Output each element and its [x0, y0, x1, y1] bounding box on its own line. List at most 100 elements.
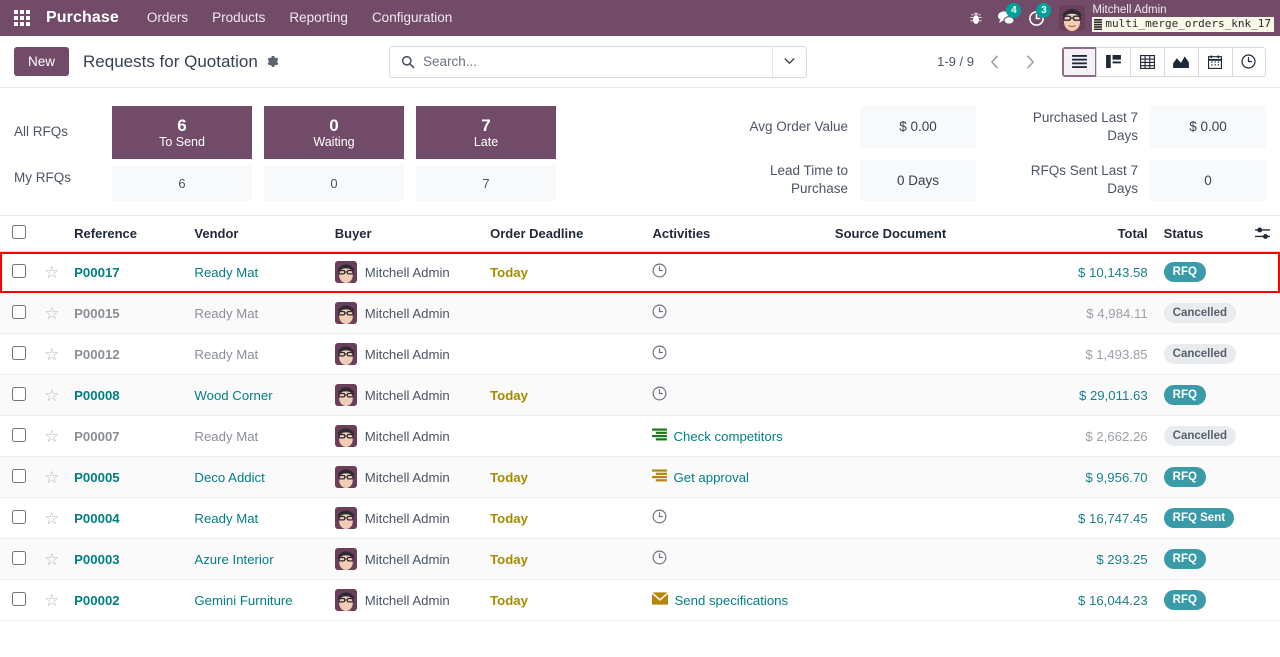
cell-order-deadline[interactable]: Today [482, 251, 645, 293]
cell-source-document[interactable] [826, 251, 1046, 293]
vendor-link[interactable]: Wood Corner [194, 388, 272, 403]
menu-products[interactable]: Products [200, 0, 277, 36]
header-buyer[interactable]: Buyer [326, 216, 483, 252]
cell-vendor[interactable]: Wood Corner [186, 374, 327, 416]
table-row[interactable]: ☆ P00008 Wood Corner Mitchell Admin Toda… [0, 374, 1280, 416]
cell-source-document[interactable] [826, 374, 1046, 416]
header-total[interactable]: Total [1045, 216, 1156, 252]
search-dropdown-toggle[interactable] [771, 46, 806, 77]
header-order-deadline[interactable]: Order Deadline [482, 216, 645, 252]
cell-source-document[interactable] [826, 456, 1046, 498]
row-checkbox[interactable] [12, 550, 26, 565]
row-favorite-cell[interactable]: ☆ [36, 538, 67, 580]
reference-link[interactable]: P00012 [74, 347, 119, 362]
cell-activities[interactable] [644, 374, 827, 416]
cell-reference[interactable]: P00003 [66, 538, 187, 580]
gear-icon[interactable] [266, 55, 279, 68]
header-column-options[interactable] [1245, 216, 1280, 252]
vendor-link[interactable]: Ready Mat [194, 347, 258, 362]
row-checkbox[interactable] [12, 304, 26, 319]
column-options-icon[interactable] [1254, 227, 1272, 240]
reference-link[interactable]: P00004 [74, 511, 119, 526]
metric-lead-time-value[interactable]: 0 Days [860, 159, 976, 201]
search-bar[interactable] [388, 45, 807, 78]
row-favorite-cell[interactable]: ☆ [36, 292, 67, 334]
cell-order-deadline[interactable] [482, 415, 645, 457]
clock-icon[interactable] [652, 386, 667, 404]
cell-activities[interactable] [644, 251, 827, 293]
header-status[interactable]: Status [1155, 216, 1246, 252]
row-checkbox[interactable] [12, 386, 26, 401]
metric-rfqs-sent-value[interactable]: 0 [1150, 159, 1266, 201]
row-favorite-cell[interactable]: ☆ [36, 456, 67, 498]
cell-buyer[interactable]: Mitchell Admin [326, 333, 483, 375]
row-favorite-cell[interactable]: ☆ [36, 497, 67, 539]
row-favorite-cell[interactable]: ☆ [36, 333, 67, 375]
search-input[interactable] [422, 46, 772, 77]
cell-order-deadline[interactable]: Today [482, 579, 645, 621]
view-kanban-button[interactable] [1095, 46, 1130, 77]
clock-icon[interactable] [652, 550, 667, 568]
cell-reference[interactable]: P00002 [66, 579, 187, 621]
cell-buyer[interactable]: Mitchell Admin [326, 292, 483, 334]
counter-late-mine[interactable]: 7 [416, 165, 556, 201]
star-icon[interactable]: ☆ [44, 510, 59, 527]
cell-order-deadline[interactable] [482, 333, 645, 375]
cell-order-deadline[interactable]: Today [482, 456, 645, 498]
header-source-document[interactable]: Source Document [826, 216, 1046, 252]
table-row[interactable]: ☆ P00007 Ready Mat Mitchell Admin Check … [0, 415, 1280, 457]
cell-source-document[interactable] [826, 497, 1046, 539]
apps-menu-toggle[interactable] [0, 0, 44, 36]
cell-vendor[interactable]: Ready Mat [186, 333, 327, 375]
cell-activities[interactable]: Get approval [644, 456, 827, 498]
bug-icon[interactable] [961, 0, 991, 36]
pager-previous-button[interactable] [980, 48, 1010, 76]
table-row[interactable]: ☆ P00003 Azure Interior Mitchell Admin T… [0, 538, 1280, 580]
star-icon[interactable]: ☆ [44, 264, 59, 281]
menu-configuration[interactable]: Configuration [360, 0, 464, 36]
vendor-link[interactable]: Deco Addict [194, 470, 264, 485]
row-checkbox[interactable] [12, 345, 26, 360]
app-brand-purchase[interactable]: Purchase [44, 9, 135, 27]
vendor-link[interactable]: Gemini Furniture [194, 593, 292, 608]
cell-activities[interactable] [644, 333, 827, 375]
star-icon[interactable]: ☆ [44, 428, 59, 445]
counter-waiting-all[interactable]: 0 Waiting [264, 106, 404, 160]
row-checkbox[interactable] [12, 427, 26, 442]
cell-vendor[interactable]: Gemini Furniture [186, 579, 327, 621]
user-menu[interactable]: Mitchell Admin multi_merge_orders_knk_17 [1051, 4, 1276, 32]
counter-to-send-mine[interactable]: 6 [112, 165, 252, 201]
vendor-link[interactable]: Ready Mat [194, 429, 258, 444]
vendor-link[interactable]: Ready Mat [194, 511, 258, 526]
cell-reference[interactable]: P00012 [66, 333, 187, 375]
row-select-cell[interactable] [0, 579, 37, 621]
cell-buyer[interactable]: Mitchell Admin [326, 456, 483, 498]
row-select-cell[interactable] [0, 456, 37, 498]
new-button[interactable]: New [14, 47, 70, 76]
view-pivot-button[interactable] [1129, 46, 1164, 77]
table-row[interactable]: ☆ P00015 Ready Mat Mitchell Admin $ 4,98… [0, 292, 1280, 334]
table-row[interactable]: ☆ P00012 Ready Mat Mitchell Admin $ 1,49… [0, 333, 1280, 375]
cell-buyer[interactable]: Mitchell Admin [326, 579, 483, 621]
counter-waiting-mine[interactable]: 0 [264, 165, 404, 201]
todo-list-icon-amber[interactable] [652, 469, 668, 485]
star-icon[interactable]: ☆ [44, 551, 59, 568]
table-row[interactable]: ☆ P00002 Gemini Furniture Mitchell Admin… [0, 579, 1280, 621]
row-checkbox[interactable] [12, 468, 26, 483]
reference-link[interactable]: P00008 [74, 388, 119, 403]
cell-reference[interactable]: P00004 [66, 497, 187, 539]
star-icon[interactable]: ☆ [44, 305, 59, 322]
cell-vendor[interactable]: Ready Mat [186, 251, 327, 293]
row-select-cell[interactable] [0, 497, 37, 539]
cell-vendor[interactable]: Deco Addict [186, 456, 327, 498]
star-icon[interactable]: ☆ [44, 592, 59, 609]
cell-reference[interactable]: P00015 [66, 292, 187, 334]
metric-avg-order-value-value[interactable]: $ 0.00 [860, 106, 976, 148]
cell-buyer[interactable]: Mitchell Admin [326, 497, 483, 539]
row-select-cell[interactable] [0, 333, 37, 375]
cell-buyer[interactable]: Mitchell Admin [326, 251, 483, 293]
messages-icon[interactable]: 4 [991, 0, 1022, 36]
activity-label[interactable]: Get approval [673, 470, 749, 485]
star-icon[interactable]: ☆ [44, 469, 59, 486]
row-favorite-cell[interactable]: ☆ [36, 374, 67, 416]
